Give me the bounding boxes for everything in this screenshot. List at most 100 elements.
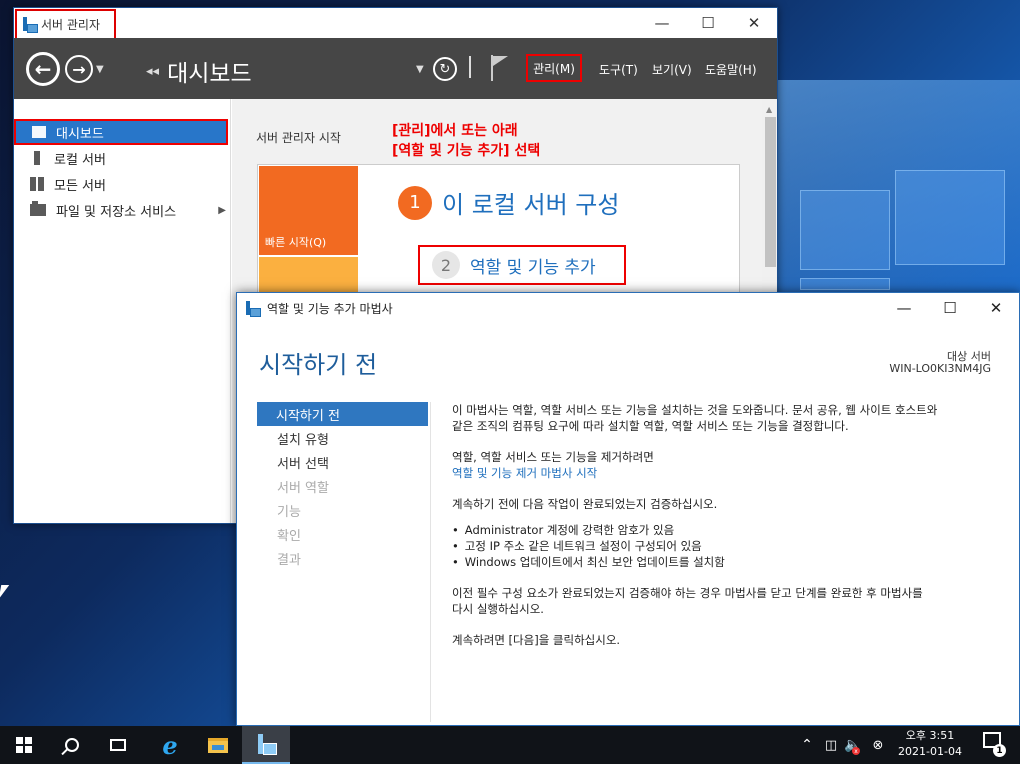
wizard-step-server-roles: 서버 역할 xyxy=(277,480,329,496)
add-roles-wizard-dialog: 역할 및 기능 추가 마법사 — ☐ ✕ 시작하기 전 대상 서버 WIN-LO… xyxy=(236,292,1020,726)
folder-icon xyxy=(208,737,228,753)
sidebar-item-label: 모든 서버 xyxy=(54,178,106,194)
local-server-icon xyxy=(34,151,40,165)
configure-local-server-link[interactable]: 1 이 로컬 서버 구성 xyxy=(398,185,619,220)
refresh-icon[interactable]: ↻ xyxy=(433,57,457,81)
clock[interactable]: 오후 3:51 2021-01-04 xyxy=(890,728,970,760)
desktop-window-logo-pane xyxy=(800,190,890,270)
clock-date: 2021-01-04 xyxy=(898,745,962,758)
mute-badge-icon: x xyxy=(852,747,860,755)
quickstart-tile-label: 빠른 시작(Q) xyxy=(265,236,327,249)
show-hidden-icons-chevron-icon[interactable]: ⌃ xyxy=(796,726,818,764)
chevron-down-icon[interactable]: ▼ xyxy=(416,64,424,75)
continue-text: 계속하려면 [다음]을 클릭하십시오. xyxy=(452,633,621,647)
wizard-steps-nav: 시작하기 전 설치 유형 서버 선택 서버 역할 기능 확인 결과 xyxy=(257,402,428,570)
wizard-body: 이 마법사는 역할, 역할 서비스 또는 기능을 설치하는 것을 도와줍니다. … xyxy=(452,402,1002,648)
page-title: 대시보드 xyxy=(167,61,252,87)
mouse-cursor xyxy=(0,585,10,599)
network-icon[interactable]: ◫ xyxy=(820,726,842,764)
bullet-icon: • xyxy=(452,523,459,537)
menu-tools[interactable]: 도구(T) xyxy=(599,61,638,78)
sidebar-item-label: 파일 및 저장소 서비스 xyxy=(56,204,177,220)
menu-manage[interactable]: 관리(M) xyxy=(526,54,582,82)
server-manager-icon xyxy=(22,17,38,33)
menu-view[interactable]: 보기(V) xyxy=(652,61,692,78)
breadcrumb-chevron-icon: ◂◂ xyxy=(146,63,160,79)
add-roles-features-text: 역할 및 기능 추가 xyxy=(470,257,596,278)
all-servers-icon xyxy=(30,177,44,191)
window-title: 서버 관리자 xyxy=(41,18,101,32)
instruction-annotation: [관리]에서 또는 아래 [역할 및 기능 추가] 선택 xyxy=(392,121,540,161)
close-button[interactable]: ✕ xyxy=(731,8,777,38)
sidebar-item-file-storage[interactable]: 파일 및 저장소 서비스 ▶ xyxy=(14,197,230,223)
list-item: • Windows 업데이트에서 최신 보안 업데이트를 설치함 xyxy=(452,554,1002,570)
prereq-text-line-2: 다시 실행하십시오. xyxy=(452,602,544,616)
wizard-step-features: 기능 xyxy=(277,504,301,520)
search-icon xyxy=(65,738,79,752)
wizard-step-before-you-begin[interactable]: 시작하기 전 xyxy=(257,402,428,426)
quickstart-tile[interactable]: 빠른 시작(Q) xyxy=(259,166,358,255)
internet-explorer-icon: e xyxy=(162,730,178,760)
sidebar-item-label: 대시보드 xyxy=(56,126,104,142)
scroll-up-icon[interactable]: ▲ xyxy=(766,105,772,114)
clock-time: 오후 3:51 xyxy=(905,729,955,742)
internet-explorer-button[interactable]: e xyxy=(146,726,194,764)
history-dropdown-icon[interactable]: ▼ xyxy=(96,64,104,75)
server-manager-taskbar-button[interactable] xyxy=(242,726,290,764)
search-button[interactable] xyxy=(48,726,96,764)
remove-roles-wizard-link[interactable]: 역할 및 기능 제거 마법사 시작 xyxy=(452,465,1002,481)
quickstart-section-title: 서버 관리자 시작 xyxy=(256,131,341,145)
minimize-button[interactable]: — xyxy=(881,293,927,323)
minimize-button[interactable]: — xyxy=(639,8,685,38)
bullet-text: Windows 업데이트에서 최신 보안 업데이트를 설치함 xyxy=(464,555,725,569)
wizard-page-heading: 시작하기 전 xyxy=(259,351,378,379)
file-storage-icon xyxy=(30,201,46,216)
maximize-button[interactable]: ☐ xyxy=(685,8,731,38)
start-button[interactable] xyxy=(0,726,48,764)
sidebar-item-local-server[interactable]: 로컬 서버 xyxy=(14,145,230,171)
breadcrumb: ◂◂ 대시보드 xyxy=(146,54,252,88)
volume-icon[interactable]: 🔈 xyxy=(842,726,864,764)
configure-local-server-text: 이 로컬 서버 구성 xyxy=(442,191,620,219)
server-manager-toolbar: ← → ▼ ◂◂ 대시보드 ▼ ↻ 관리(M) 도구(T) 보기(V) 도움말(… xyxy=(14,38,777,99)
sidebar-item-label: 로컬 서버 xyxy=(54,152,106,168)
wizard-titlebar[interactable]: 역할 및 기능 추가 마법사 — ☐ ✕ xyxy=(237,293,1019,323)
remove-roles-text: 역할, 역할 서비스 또는 기능을 제거하려면 xyxy=(452,450,654,464)
scroll-thumb[interactable] xyxy=(765,117,776,267)
wizard-step-server-selection[interactable]: 서버 선택 xyxy=(257,450,428,474)
task-view-button[interactable] xyxy=(94,726,142,764)
windows-logo-icon xyxy=(16,737,32,753)
annotation-line-1: [관리]에서 또는 아래 xyxy=(392,123,518,139)
maximize-button[interactable]: ☐ xyxy=(927,293,973,323)
bullet-icon: • xyxy=(452,555,459,569)
list-item: • 고정 IP 주소 같은 네트워크 설정이 구성되어 있음 xyxy=(452,538,1002,554)
sidebar: 대시보드 로컬 서버 모든 서버 파일 및 저장소 서비스 ▶ xyxy=(14,99,231,523)
sidebar-item-all-servers[interactable]: 모든 서버 xyxy=(14,171,230,197)
dashboard-icon xyxy=(32,126,46,138)
warning-icon[interactable]: ⊗ xyxy=(868,726,888,764)
wizard-step-results: 결과 xyxy=(277,552,301,568)
notification-count-badge: 1 xyxy=(993,744,1006,757)
notification-flag-icon[interactable] xyxy=(489,55,511,81)
wizard-app-icon xyxy=(245,300,261,317)
taskbar: e ⌃ ◫ 🔈 x ⊗ 오후 3:51 2021-01-04 1 xyxy=(0,726,1020,764)
annotation-line-2: [역할 및 기능 추가] 선택 xyxy=(392,143,541,159)
close-button[interactable]: ✕ xyxy=(973,293,1019,323)
wizard-step-installation-type[interactable]: 설치 유형 xyxy=(257,426,428,450)
desktop-window-logo-pane xyxy=(895,170,1005,265)
forward-button[interactable]: → xyxy=(65,55,93,83)
back-button[interactable]: ← xyxy=(26,52,60,86)
file-explorer-button[interactable] xyxy=(194,726,242,764)
expand-arrow-icon[interactable]: ▶ xyxy=(218,205,226,216)
add-roles-features-link[interactable]: 2 역할 및 기능 추가 xyxy=(418,245,626,285)
bullet-text: 고정 IP 주소 같은 네트워크 설정이 구성되어 있음 xyxy=(464,539,702,553)
menu-help[interactable]: 도움말(H) xyxy=(705,61,757,78)
list-item: • Administrator 계정에 강력한 암호가 있음 xyxy=(452,522,1002,538)
server-manager-titlebar[interactable]: 서버 관리자 — ☐ ✕ xyxy=(14,8,777,40)
prereq-text-line-1: 이전 필수 구성 요소가 완료되었는지 검증해야 하는 경우 마법사를 닫고 단… xyxy=(452,586,923,600)
sidebar-item-dashboard[interactable]: 대시보드 xyxy=(14,119,228,145)
bullet-icon: • xyxy=(452,539,459,553)
window-title-highlight: 서버 관리자 xyxy=(15,9,116,40)
toolbar-divider xyxy=(469,56,471,78)
step-number-badge: 1 xyxy=(398,185,432,220)
